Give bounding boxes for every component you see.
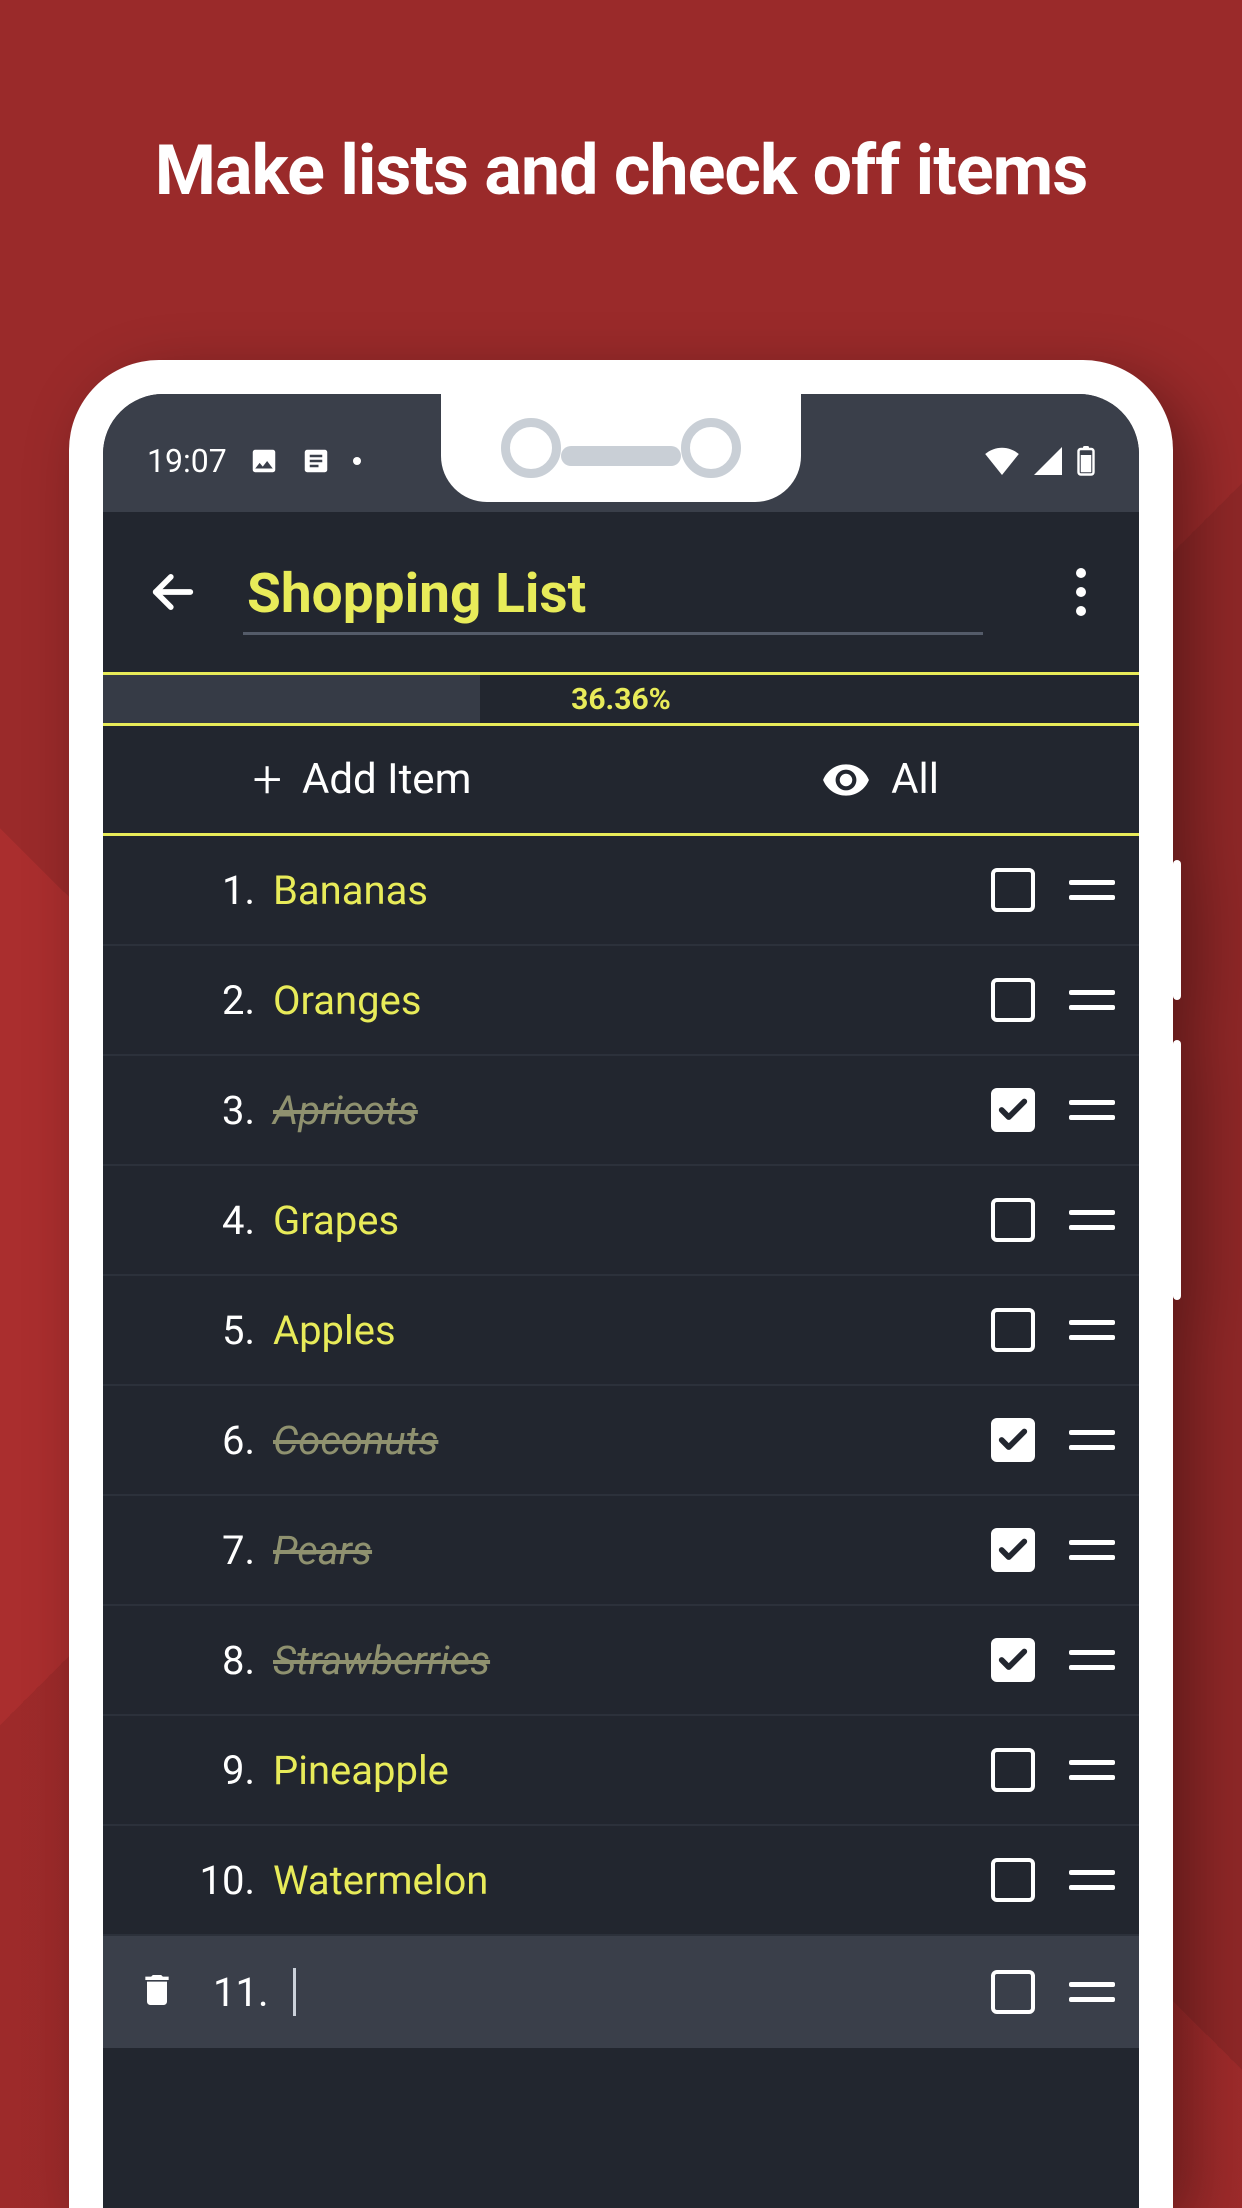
phone-notch: [441, 394, 801, 502]
item-number: 1.: [103, 867, 273, 914]
drag-handle-icon[interactable]: [1069, 985, 1115, 1015]
phone-screen: 19:07 Shopping List: [103, 394, 1139, 2208]
add-item-label: Add Item: [302, 755, 471, 804]
battery-icon: [1077, 446, 1095, 476]
add-item-button[interactable]: + Add Item: [103, 726, 621, 833]
phone-mockup: 19:07 Shopping List: [69, 360, 1173, 2208]
drag-handle-icon[interactable]: [1069, 1755, 1115, 1785]
new-item-row[interactable]: 11.: [103, 1936, 1139, 2048]
drag-handle-icon[interactable]: [1069, 1977, 1115, 2007]
list-item[interactable]: 7.Pears: [103, 1496, 1139, 1606]
drag-handle-icon[interactable]: [1069, 1315, 1115, 1345]
item-checkbox[interactable]: [991, 1088, 1035, 1132]
list-item[interactable]: 1.Bananas: [103, 836, 1139, 946]
item-checkbox[interactable]: [991, 1638, 1035, 1682]
item-label: Coconuts: [273, 1417, 991, 1464]
cellular-icon: [1033, 447, 1063, 475]
item-number: 6.: [103, 1417, 273, 1464]
drag-handle-icon[interactable]: [1069, 1865, 1115, 1895]
item-list: 1.Bananas2.Oranges3.Apricots4.Grapes5.Ap…: [103, 836, 1139, 1936]
item-checkbox[interactable]: [991, 1528, 1035, 1572]
drag-handle-icon[interactable]: [1069, 1205, 1115, 1235]
item-number: 7.: [103, 1527, 273, 1574]
new-item-number: 11.: [213, 1969, 287, 2016]
item-number: 2.: [103, 977, 273, 1024]
item-number: 3.: [103, 1087, 273, 1134]
promo-headline: Make lists and check off items: [0, 130, 1242, 212]
action-row: + Add Item All: [103, 726, 1139, 836]
item-number: 4.: [103, 1197, 273, 1244]
item-checkbox[interactable]: [991, 978, 1035, 1022]
list-item[interactable]: 6.Coconuts: [103, 1386, 1139, 1496]
item-label: Strawberries: [273, 1637, 991, 1684]
list-item[interactable]: 3.Apricots: [103, 1056, 1139, 1166]
article-icon: [301, 446, 331, 476]
eye-icon: [821, 755, 871, 805]
status-time: 19:07: [147, 442, 227, 480]
item-label: Bananas: [273, 867, 991, 914]
list-item[interactable]: 9.Pineapple: [103, 1716, 1139, 1826]
progress-bar: 36.36%: [103, 672, 1139, 726]
list-item[interactable]: 4.Grapes: [103, 1166, 1139, 1276]
item-number: 10.: [103, 1857, 273, 1904]
item-label: Apples: [273, 1307, 991, 1354]
item-label: Watermelon: [273, 1857, 991, 1904]
back-button[interactable]: [147, 566, 199, 618]
plus-icon: +: [253, 754, 282, 806]
drag-handle-icon[interactable]: [1069, 1095, 1115, 1125]
filter-label: All: [891, 755, 939, 804]
text-cursor: [293, 1968, 296, 2016]
item-number: 8.: [103, 1637, 273, 1684]
progress-label: 36.36%: [103, 675, 1139, 723]
list-item[interactable]: 2.Oranges: [103, 946, 1139, 1056]
app-bar: Shopping List: [103, 512, 1139, 672]
new-item-checkbox[interactable]: [991, 1970, 1035, 2014]
list-title: Shopping List: [247, 562, 979, 626]
item-checkbox[interactable]: [991, 868, 1035, 912]
item-label: Oranges: [273, 977, 991, 1024]
drag-handle-icon[interactable]: [1069, 1425, 1115, 1455]
drag-handle-icon[interactable]: [1069, 875, 1115, 905]
new-item-input[interactable]: [287, 1968, 991, 2016]
list-title-field[interactable]: Shopping List: [243, 550, 983, 635]
item-checkbox[interactable]: [991, 1748, 1035, 1792]
item-checkbox[interactable]: [991, 1418, 1035, 1462]
item-checkbox[interactable]: [991, 1198, 1035, 1242]
wifi-icon: [985, 447, 1019, 475]
list-item[interactable]: 8.Strawberries: [103, 1606, 1139, 1716]
drag-handle-icon[interactable]: [1069, 1645, 1115, 1675]
item-number: 5.: [103, 1307, 273, 1354]
image-icon: [249, 446, 279, 476]
item-label: Grapes: [273, 1197, 991, 1244]
item-checkbox[interactable]: [991, 1858, 1035, 1902]
item-checkbox[interactable]: [991, 1308, 1035, 1352]
filter-button[interactable]: All: [621, 726, 1139, 833]
item-label: Pineapple: [273, 1747, 991, 1794]
list-item[interactable]: 5.Apples: [103, 1276, 1139, 1386]
list-item[interactable]: 10.Watermelon: [103, 1826, 1139, 1936]
delete-item-button[interactable]: [137, 1970, 181, 2014]
item-label: Apricots: [273, 1087, 991, 1134]
drag-handle-icon[interactable]: [1069, 1535, 1115, 1565]
item-label: Pears: [273, 1527, 991, 1574]
item-number: 9.: [103, 1747, 273, 1794]
more-menu-button[interactable]: [1053, 564, 1109, 620]
more-notifications-dot: [353, 457, 361, 465]
